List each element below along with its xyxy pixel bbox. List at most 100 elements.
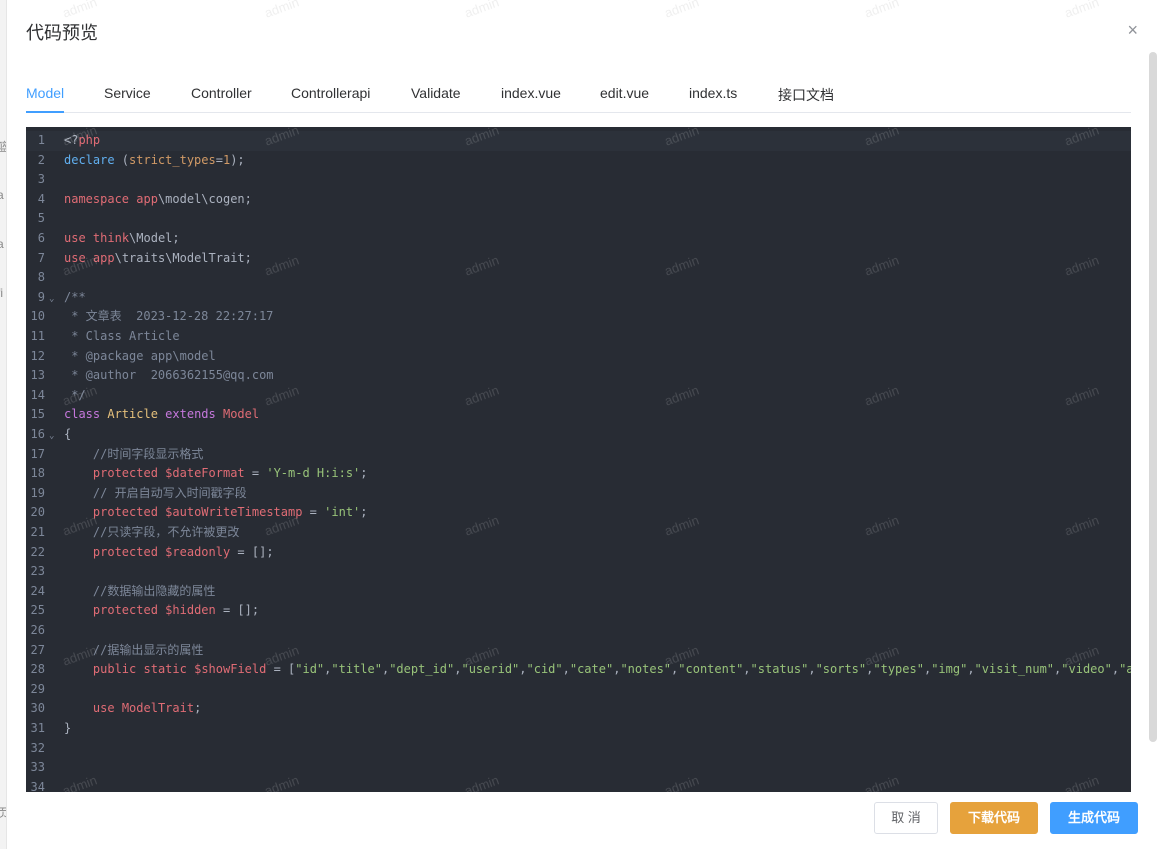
scrollbar[interactable] — [1149, 52, 1157, 742]
code-preview-dialog: 代码预览 × Model Service Controller Controll… — [7, 0, 1157, 849]
tab-index-ts[interactable]: index.ts — [689, 85, 737, 101]
code-text: protected $hidden = []; — [92, 603, 260, 618]
line-number: 28 — [30, 662, 45, 677]
code-line: 16 ⌄{ — [26, 425, 1131, 445]
line-number: 21 — [30, 525, 45, 539]
line-number: 8 — [37, 270, 45, 285]
code-text: use ModelTrait; — [92, 701, 202, 716]
line-number: 12 — [30, 348, 45, 363]
code-text: namespace app\model\cogen; — [64, 191, 252, 206]
line-number: 32 — [30, 740, 45, 755]
line-number: 4 — [37, 191, 45, 206]
code-line: 29 — [26, 680, 1131, 700]
line-number: 5 — [37, 211, 45, 226]
line-number: 18 — [30, 466, 45, 481]
line-number: 29 — [30, 681, 45, 696]
tab-index-vue[interactable]: index.vue — [501, 85, 561, 101]
line-number: 22 — [30, 544, 45, 559]
line-number: 33 — [30, 760, 45, 775]
line-number: 6 — [37, 231, 45, 245]
line-number: 19 — [30, 485, 45, 500]
background-page-strip: 篮 a a fi 页 — [0, 0, 7, 849]
code-line: 27 //据输出显示的属性 — [26, 641, 1131, 661]
code-text: declare (strict_types=1); — [64, 152, 245, 167]
line-number: 15 — [30, 407, 45, 422]
tab-service[interactable]: Service — [104, 85, 151, 101]
line-number: 25 — [30, 603, 45, 618]
code-line: 14 */ — [26, 386, 1131, 406]
code-line: 11 * Class Article — [26, 327, 1131, 347]
code-line: 1 <?php — [26, 131, 1131, 151]
code-line: 31} — [26, 719, 1131, 739]
code-editor[interactable]: 1 <?php 2 declare (strict_types=1); 3 4 namesp… — [26, 127, 1131, 792]
code-line: 33 — [26, 758, 1131, 778]
line-number: 10 — [30, 309, 45, 324]
download-code-button[interactable]: 下载代码 — [950, 802, 1038, 834]
line-number: 30 — [30, 701, 45, 716]
code-line: 18 protected $dateFormat = 'Y-m-d H:i:s'… — [26, 464, 1131, 484]
code-line: 22 protected $readonly = []; — [26, 543, 1131, 563]
code-line: 13 * @author 2066362155@qq.com — [26, 366, 1131, 386]
code-text: public static $showField = ["id","title"… — [92, 662, 1131, 677]
line-number: 20 — [30, 505, 45, 520]
line-number: 27 — [30, 642, 45, 657]
tab-controllerapi[interactable]: Controllerapi — [291, 85, 370, 101]
line-number: 3 — [37, 172, 45, 187]
line-number: 11 — [30, 329, 45, 343]
line-number: 17 — [30, 446, 45, 461]
code-text: protected $dateFormat = 'Y-m-d H:i:s'; — [92, 466, 368, 481]
line-number: 9 — [37, 289, 45, 304]
code-text: use app\traits\ModelTrait; — [64, 250, 252, 265]
code-line: 25 protected $hidden = []; — [26, 601, 1131, 621]
code-line: 32 — [26, 739, 1131, 759]
background-text: fi — [0, 286, 3, 300]
cancel-button[interactable]: 取 消 — [874, 802, 938, 834]
code-line: 21 //只读字段，不允许被更改 — [26, 523, 1131, 543]
line-number: 23 — [30, 564, 45, 579]
tab-validate[interactable]: Validate — [411, 85, 461, 101]
code-line: 34 — [26, 778, 1131, 792]
code-text: protected $autoWriteTimestamp = 'int'; — [92, 505, 368, 520]
background-text: 篮 — [0, 138, 6, 155]
code-text: } — [64, 721, 72, 735]
code-text: */ — [64, 387, 86, 402]
line-number: 13 — [30, 368, 45, 383]
code-line: 12 * @package app\model — [26, 347, 1131, 367]
dialog-title: 代码预览 — [26, 23, 98, 43]
code-line: 8 — [26, 268, 1131, 288]
code-text: // 开启自动写入时间戳字段 — [64, 485, 247, 500]
code-line: 15 class Article extends Model — [26, 405, 1131, 425]
code-text: * @package app\model — [64, 348, 216, 363]
code-line: 2 declare (strict_types=1); — [26, 151, 1131, 171]
background-text: 页 — [0, 804, 6, 821]
code-text: * 文章表 2023-12-28 22:27:17 — [64, 309, 274, 324]
code-line: 9 ⌄/** — [26, 288, 1131, 308]
code-line: 28 public static $showField = ["id","tit… — [26, 660, 1131, 680]
code-text: * Class Article — [64, 329, 180, 343]
code-text: //据输出显示的属性 — [64, 642, 204, 657]
code-text: protected $readonly = []; — [92, 544, 274, 559]
code-line: 6 use think\Model; — [26, 229, 1131, 249]
code-line: 3 — [26, 170, 1131, 190]
code-line: 5 — [26, 209, 1131, 229]
code-text: //只读字段，不允许被更改 — [64, 525, 240, 539]
code-text: * @author 2066362155@qq.com — [64, 368, 274, 383]
line-number: 24 — [30, 583, 45, 598]
code-line: 19 // 开启自动写入时间戳字段 — [26, 484, 1131, 504]
close-icon[interactable]: × — [1127, 20, 1138, 40]
code-line: 30 use ModelTrait; — [26, 699, 1131, 719]
code-line: 7 use app\traits\ModelTrait; — [26, 249, 1131, 269]
dialog-footer: 取 消 下载代码 生成代码 — [874, 802, 1138, 834]
background-text: a — [0, 237, 4, 251]
tab-controller[interactable]: Controller — [191, 85, 252, 101]
code-line: 24 //数据输出隐藏的属性 — [26, 582, 1131, 602]
generate-code-button[interactable]: 生成代码 — [1050, 802, 1138, 834]
tab-edit-vue[interactable]: edit.vue — [600, 85, 649, 101]
tab-api-docs[interactable]: 接口文档 — [778, 85, 834, 105]
code-text: <?php — [64, 133, 101, 147]
code-text: { — [64, 427, 72, 441]
background-text: a — [0, 188, 4, 202]
code-line: 4 namespace app\model\cogen; — [26, 190, 1131, 210]
tab-bar: Model Service Controller Controllerapi V… — [26, 78, 1131, 113]
tab-model[interactable]: Model — [26, 85, 64, 101]
